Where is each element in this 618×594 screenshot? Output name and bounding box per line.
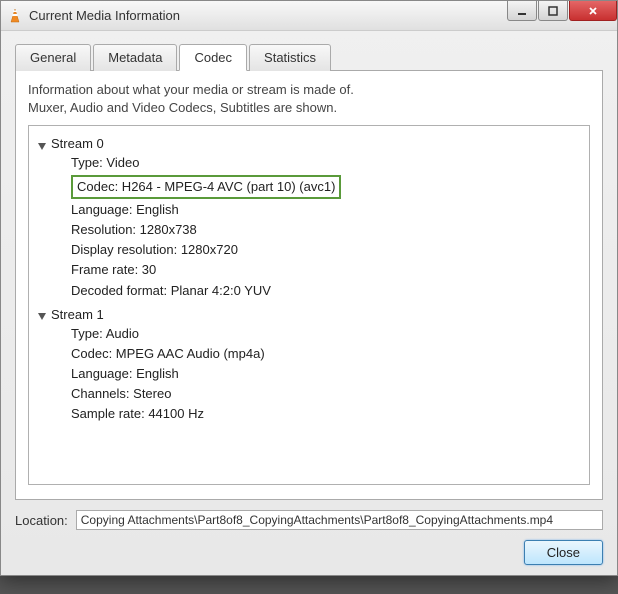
location-label: Location: (15, 513, 68, 528)
media-info-window: Current Media Information General Metada… (0, 0, 618, 576)
prop-row: Language: English (71, 200, 585, 220)
vlc-icon (7, 8, 23, 24)
maximize-button[interactable] (538, 1, 568, 21)
info-text: Information about what your media or str… (28, 81, 590, 117)
location-row: Location: (15, 510, 603, 530)
titlebar: Current Media Information (1, 1, 617, 31)
button-row: Close (15, 540, 603, 565)
tab-metadata[interactable]: Metadata (93, 44, 177, 71)
prop-row: Codec: MPEG AAC Audio (mp4a) (71, 344, 585, 364)
prop-row: Display resolution: 1280x720 (71, 240, 585, 260)
prop-row: Sample rate: 44100 Hz (71, 404, 585, 424)
disclosure-icon (37, 139, 47, 149)
tab-bar: General Metadata Codec Statistics (15, 43, 603, 71)
info-line-2: Muxer, Audio and Video Codecs, Subtitles… (28, 99, 590, 117)
tab-panel-codec: Information about what your media or str… (15, 71, 603, 500)
tab-statistics[interactable]: Statistics (249, 44, 331, 71)
prop-row: Resolution: 1280x738 (71, 220, 585, 240)
prop-row: Decoded format: Planar 4:2:0 YUV (71, 281, 585, 301)
disclosure-icon (37, 309, 47, 319)
minimize-button[interactable] (507, 1, 537, 21)
close-window-button[interactable] (569, 1, 617, 21)
prop-row: Language: English (71, 364, 585, 384)
prop-row: Channels: Stereo (71, 384, 585, 404)
window-title: Current Media Information (29, 8, 506, 23)
prop-row: Type: Audio (71, 324, 585, 344)
stream-label: Stream 0 (51, 136, 104, 151)
info-line-1: Information about what your media or str… (28, 81, 590, 99)
stream-node: Stream 0 Type: Video Codec: H264 - MPEG-… (33, 132, 585, 302)
prop-row: Frame rate: 30 (71, 260, 585, 280)
tab-general[interactable]: General (15, 44, 91, 71)
location-input[interactable] (76, 510, 603, 530)
prop-row-highlighted: Codec: H264 - MPEG-4 AVC (part 10) (avc1… (71, 175, 341, 199)
prop-row: Type: Video (71, 153, 585, 173)
window-buttons (506, 1, 617, 30)
stream-node: Stream 1 Type: Audio Codec: MPEG AAC Aud… (33, 303, 585, 427)
close-button[interactable]: Close (524, 540, 603, 565)
content-area: General Metadata Codec Statistics Inform… (1, 31, 617, 575)
stream-header[interactable]: Stream 1 (33, 305, 585, 324)
prop-list: Type: Audio Codec: MPEG AAC Audio (mp4a)… (33, 324, 585, 425)
tab-codec[interactable]: Codec (179, 44, 247, 71)
stream-label: Stream 1 (51, 307, 104, 322)
prop-list: Type: Video Codec: H264 - MPEG-4 AVC (pa… (33, 153, 585, 300)
codec-tree: Stream 0 Type: Video Codec: H264 - MPEG-… (28, 125, 590, 485)
stream-header[interactable]: Stream 0 (33, 134, 585, 153)
